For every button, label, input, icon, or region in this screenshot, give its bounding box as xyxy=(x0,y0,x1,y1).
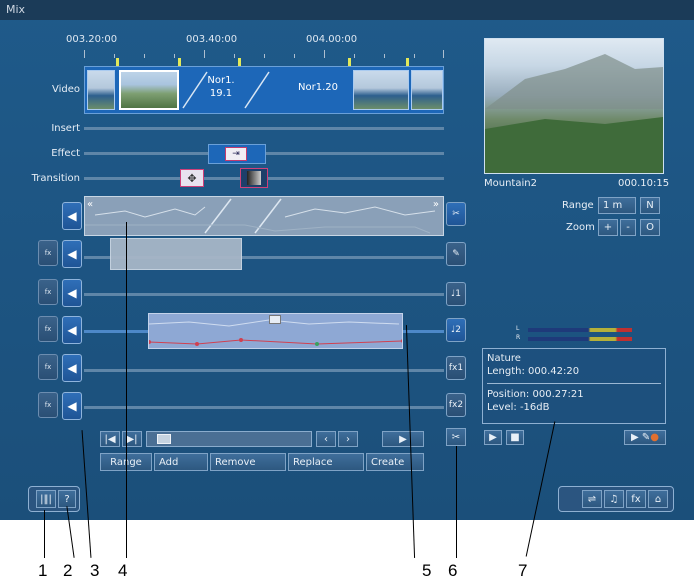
video-preview xyxy=(484,38,664,174)
audio-track-line[interactable] xyxy=(84,369,444,372)
preview-scene xyxy=(485,54,663,173)
info-divider xyxy=(487,383,661,384)
video-track[interactable]: Nor1. 19.1 Nor1.20 xyxy=(84,66,444,114)
transition-track-label: Transition xyxy=(31,173,80,184)
level-meter-right xyxy=(528,337,632,341)
insert-track[interactable] xyxy=(84,127,444,130)
timeline-ruler[interactable] xyxy=(84,44,444,58)
fx-button[interactable]: fx xyxy=(38,392,58,418)
callout-7: 7 xyxy=(518,561,528,580)
range-label: Range xyxy=(562,200,594,211)
video-clip-thumb[interactable] xyxy=(411,70,443,110)
transition-move-icon[interactable]: ✥ xyxy=(180,169,204,187)
preview-play-button[interactable]: ▶ xyxy=(484,430,502,445)
callout-line-4 xyxy=(126,222,127,558)
audio-track-line[interactable] xyxy=(84,406,444,409)
fx-button[interactable]: fx xyxy=(38,240,58,266)
scroll-left-icon[interactable]: « xyxy=(87,199,93,210)
speaker-icon[interactable]: ◀︎ xyxy=(62,202,82,230)
speaker-icon[interactable]: ◀︎ xyxy=(62,240,82,268)
callout-3: 3 xyxy=(90,561,100,580)
preview-clip-name: Mountain2 xyxy=(484,178,537,189)
callout-2: 2 xyxy=(63,561,73,580)
go-end-button[interactable]: ▶| xyxy=(122,431,142,447)
clip-label-nor1: Nor1. xyxy=(207,75,235,86)
zoom-o-button[interactable]: O xyxy=(640,219,660,236)
clip-label-19: 19.1 xyxy=(209,88,233,99)
speaker-icon[interactable]: ◀︎ xyxy=(62,316,82,344)
remove-button[interactable]: Remove xyxy=(210,453,286,471)
clip-info-panel: Nature Length: 000.42:20 Position: 000.2… xyxy=(482,348,666,424)
zoom-label: Zoom xyxy=(566,222,595,233)
callout-6: 6 xyxy=(448,561,458,580)
preview-stop-button[interactable]: ■ xyxy=(506,430,524,445)
home-icon[interactable]: ⌂ xyxy=(648,490,668,508)
scrollbar-thumb[interactable] xyxy=(157,434,171,444)
effect-block[interactable]: ⇥ xyxy=(208,144,266,164)
audio-track-line[interactable] xyxy=(84,293,444,296)
info-name: Nature xyxy=(487,353,521,364)
meter-right-label: R xyxy=(516,334,521,341)
music-track-2-button[interactable]: ♩2 xyxy=(446,318,466,342)
transition-slash xyxy=(244,71,270,109)
fx-button[interactable]: fx xyxy=(38,279,58,305)
go-start-button[interactable]: |◀ xyxy=(100,431,120,447)
timeline-scrollbar[interactable] xyxy=(146,431,312,447)
add-button[interactable]: Add xyxy=(154,453,208,471)
info-level: Level: -16dB xyxy=(487,402,550,413)
fx-button[interactable]: fx xyxy=(38,354,58,380)
insert-track-label: Insert xyxy=(51,123,80,134)
fx1-button[interactable]: fx1 xyxy=(446,356,466,380)
mixer-button[interactable]: |‖| xyxy=(36,490,56,508)
create-button[interactable]: Create xyxy=(366,453,424,471)
video-clip-selected[interactable] xyxy=(119,70,179,110)
callout-line-1 xyxy=(44,510,45,558)
play-button[interactable]: ▶ xyxy=(382,431,424,447)
callout-line-6 xyxy=(456,446,457,558)
window-title: Mix xyxy=(0,0,694,20)
audio-clip[interactable] xyxy=(110,238,242,270)
scroll-right-icon[interactable]: » xyxy=(433,199,439,210)
preview-clip-time: 000.10:15 xyxy=(618,178,670,189)
info-length: Length: 000.42:20 xyxy=(487,366,580,377)
record-button[interactable]: ▶ ✎ ● xyxy=(624,430,666,445)
callout-1: 1 xyxy=(38,561,48,580)
scroll-left-button[interactable]: ‹ xyxy=(316,431,336,447)
audio-track-original[interactable]: « » xyxy=(84,196,444,236)
audio-tool-icon[interactable]: ♫ xyxy=(604,490,624,508)
range-value-field[interactable]: 1 m xyxy=(598,197,636,214)
callout-5: 5 xyxy=(422,561,432,580)
level-meter-left xyxy=(528,328,632,332)
effect-track-label: Effect xyxy=(51,148,80,159)
clip-menu-icon[interactable] xyxy=(269,315,281,324)
fx2-button[interactable]: fx2 xyxy=(446,393,466,417)
music-track-1-button[interactable]: ♩1 xyxy=(446,282,466,306)
video-track-label: Video xyxy=(51,84,80,95)
zoom-minus-button[interactable]: - xyxy=(620,219,636,236)
range-n-button[interactable]: N xyxy=(640,197,660,214)
brush-icon[interactable]: ✎ xyxy=(446,242,466,266)
speaker-icon[interactable]: ◀︎ xyxy=(62,354,82,382)
audio-clip-selected[interactable] xyxy=(147,313,405,349)
fx-button[interactable]: fx xyxy=(38,316,58,342)
effect-icon: ⇥ xyxy=(225,147,247,161)
scissor-cut-button[interactable]: ✂ xyxy=(446,428,466,446)
cut-tool-icon[interactable]: ⇌ xyxy=(582,490,602,508)
video-clip-thumb[interactable] xyxy=(87,70,115,110)
callout-4: 4 xyxy=(118,561,128,580)
zoom-plus-button[interactable]: + xyxy=(598,219,618,236)
video-clip-thumb[interactable] xyxy=(353,70,409,110)
clip-label-nor120: Nor1.20 xyxy=(298,82,338,93)
transition-gradient-icon[interactable] xyxy=(240,168,268,188)
info-position: Position: 000.27:21 xyxy=(487,389,584,400)
scroll-right-button[interactable]: › xyxy=(338,431,358,447)
fx-tool-icon[interactable]: fx xyxy=(626,490,646,508)
mix-window: Mix 003.20:00 003.40:00 004.00:00 Video … xyxy=(0,0,694,520)
speaker-icon[interactable]: ◀︎ xyxy=(62,279,82,307)
scissors-icon[interactable]: ✂ xyxy=(446,202,466,226)
audio-waveform xyxy=(85,198,436,234)
replace-button[interactable]: Replace xyxy=(288,453,364,471)
speaker-icon[interactable]: ◀︎ xyxy=(62,392,82,420)
meter-left-label: L xyxy=(516,325,520,332)
